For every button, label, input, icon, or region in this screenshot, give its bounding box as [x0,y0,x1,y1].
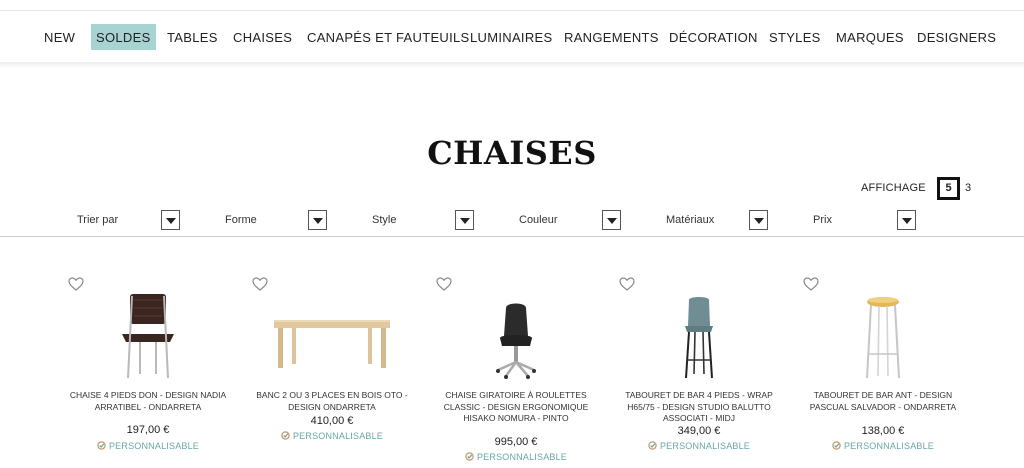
product-name[interactable]: CHAISE GIRATOIRE À ROULETTES CLASSIC - D… [436,390,596,425]
main-nav: NEW SOLDES TABLES CHAISES CANAPÉS ET FAU… [0,24,1024,54]
filter-divider [0,236,1024,237]
filter-materiaux-dropdown[interactable] [749,210,768,230]
product-name[interactable]: CHAISE 4 PIEDS DON - DESIGN NADIA ARRATI… [68,390,228,413]
product-price: 410,00 € [310,415,354,427]
product-price: 349,00 € [677,425,721,437]
product-price: 197,00 € [126,424,170,436]
filter-forme-dropdown[interactable] [308,210,327,230]
product-price: 138,00 € [861,425,905,437]
round-bar-stool-image[interactable] [823,290,943,380]
nav-item-marques[interactable]: MARQUES [831,24,909,50]
personnalisable-badge: PERSONNALISABLE [252,431,412,441]
nav-item-designers[interactable]: DESIGNERS [912,24,1001,50]
nav-item-canapes[interactable]: CANAPÉS ET FAUTEUILS [302,24,475,50]
filter-couleur-label: Couleur [519,214,558,226]
filter-forme-label: Forme [225,214,257,226]
customize-icon [281,431,290,440]
product-price: 995,00 € [494,436,538,448]
display-option-3[interactable]: 3 [965,182,971,194]
personnalisable-badge: PERSONNALISABLE [803,441,963,451]
office-chair-image[interactable] [456,290,576,380]
customize-icon [97,441,106,450]
nav-item-decoration[interactable]: DÉCORATION [664,24,763,50]
nav-item-tables[interactable]: TABLES [162,24,223,50]
customize-icon [832,441,841,450]
nav-item-soldes[interactable]: SOLDES [91,24,156,50]
product-name[interactable]: BANC 2 OU 3 PLACES EN BOIS OTO - DESIGN … [252,390,412,413]
page-title: CHAISES [427,134,597,172]
customize-icon [465,452,474,461]
personnalisable-badge: PERSONNALISABLE [68,441,228,451]
product-name[interactable]: TABOURET DE BAR ANT - DESIGN PASCUAL SAL… [803,390,963,413]
filter-style-label: Style [372,214,397,226]
nav-item-chaises[interactable]: CHAISES [228,24,297,50]
display-label: AFFICHAGE [861,182,926,194]
wooden-chair-image[interactable] [88,290,208,380]
personnalisable-label: PERSONNALISABLE [108,441,200,451]
personnalisable-label: PERSONNALISABLE [476,452,568,462]
nav-item-rangements[interactable]: RANGEMENTS [559,24,664,50]
personnalisable-label: PERSONNALISABLE [292,431,384,441]
nav-item-styles[interactable]: STYLES [764,24,826,50]
filter-prix-dropdown[interactable] [897,210,916,230]
wooden-bench-image[interactable] [272,290,392,380]
personnalisable-label: PERSONNALISABLE [843,441,935,451]
filter-style-dropdown[interactable] [455,210,474,230]
top-divider [0,10,1024,11]
nav-item-new[interactable]: NEW [39,24,80,50]
filter-sort-dropdown[interactable] [161,210,180,230]
personnalisable-label: PERSONNALISABLE [659,441,751,451]
bar-stool-image[interactable] [639,290,759,380]
personnalisable-badge: PERSONNALISABLE [436,452,596,462]
display-option-5[interactable]: 5 [937,177,960,200]
customize-icon [648,441,657,450]
filter-materiaux-label: Matériaux [666,214,715,226]
nav-shadow [0,62,1024,68]
heart-icon[interactable] [68,276,84,292]
heart-icon[interactable] [252,276,268,292]
personnalisable-badge: PERSONNALISABLE [619,441,779,451]
heart-icon[interactable] [619,276,635,292]
filter-sort-label: Trier par [77,214,119,226]
heart-icon[interactable] [803,276,819,292]
nav-item-luminaires[interactable]: LUMINAIRES [465,24,557,50]
product-name[interactable]: TABOURET DE BAR 4 PIEDS - WRAP H65/75 - … [619,390,779,425]
filter-couleur-dropdown[interactable] [602,210,621,230]
filter-prix-label: Prix [813,214,832,226]
heart-icon[interactable] [436,276,452,292]
